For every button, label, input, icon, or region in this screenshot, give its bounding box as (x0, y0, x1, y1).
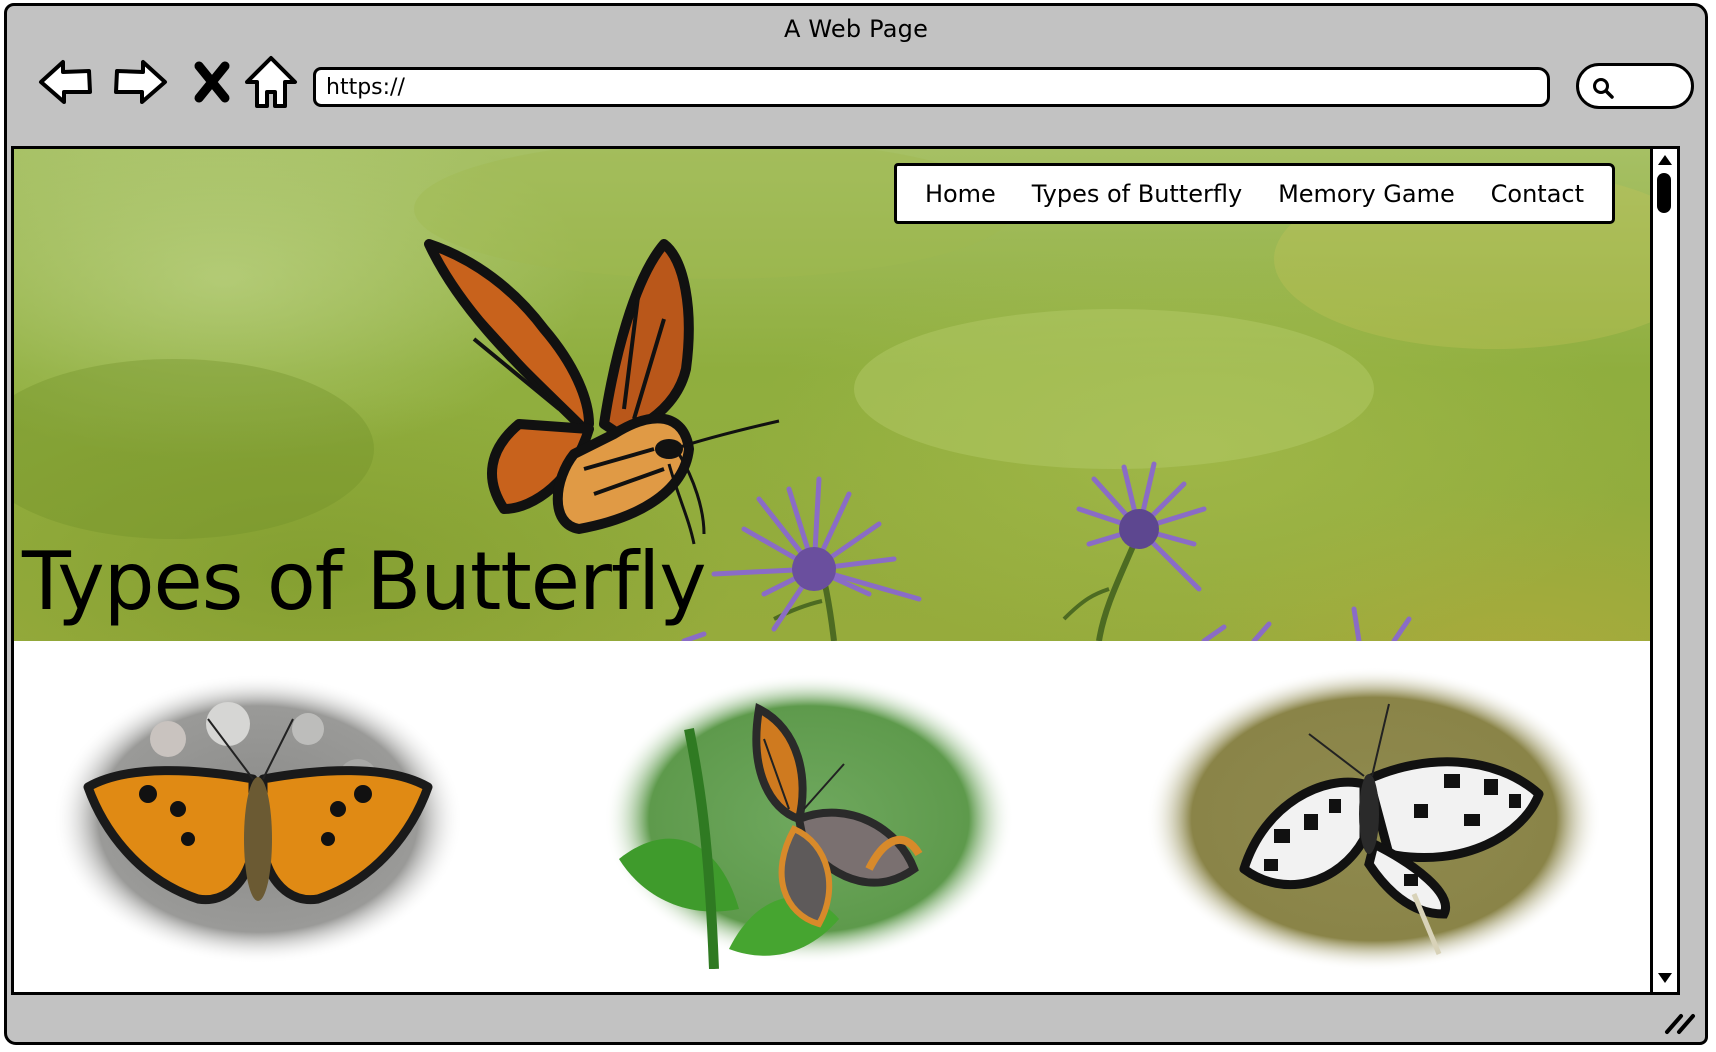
nav-link-home[interactable]: Home (925, 180, 996, 208)
tortoiseshell-butterfly-photo (53, 674, 463, 964)
gallery-image-fritillary[interactable] (599, 669, 1019, 969)
marbled-white-butterfly-photo (1146, 667, 1602, 971)
page-viewport: Types of Butterfly Home Types of Butterf… (11, 146, 1680, 995)
nav-link-contact[interactable]: Contact (1491, 180, 1584, 208)
fritillary-butterfly-photo (604, 674, 1014, 969)
forward-button[interactable] (107, 50, 171, 114)
browser-window: A Web Page https:// Types of Butterfly H… (4, 3, 1708, 1045)
back-arrow-icon (39, 60, 92, 104)
hero-title: Types of Butterfly (22, 535, 707, 628)
scroll-down-arrow-icon[interactable] (1654, 969, 1676, 987)
close-x-icon (194, 61, 230, 103)
search-box[interactable] (1576, 63, 1694, 109)
nav-link-types-of-butterfly[interactable]: Types of Butterfly (1032, 180, 1242, 208)
main-nav: Home Types of Butterfly Memory Game Cont… (894, 163, 1615, 224)
url-input[interactable] (326, 70, 1537, 104)
nav-link-memory-game[interactable]: Memory Game (1278, 180, 1455, 208)
forward-arrow-icon (114, 60, 167, 104)
scrollbar-thumb[interactable] (1657, 173, 1671, 213)
window-title: A Web Page (783, 15, 929, 43)
stop-button[interactable] (181, 50, 245, 114)
resize-grip-icon[interactable] (1663, 1008, 1697, 1036)
address-bar[interactable] (313, 67, 1550, 107)
search-icon (1593, 78, 1614, 99)
hero-banner: Types of Butterfly Home Types of Butterf… (14, 149, 1677, 641)
back-button[interactable] (35, 50, 99, 114)
home-icon (245, 56, 297, 108)
home-button[interactable] (239, 50, 303, 114)
gallery-image-marbled-white[interactable] (1144, 664, 1604, 974)
gallery-image-tortoiseshell[interactable] (48, 669, 468, 969)
scroll-up-arrow-icon[interactable] (1654, 151, 1676, 169)
vertical-scrollbar[interactable] (1650, 149, 1677, 992)
